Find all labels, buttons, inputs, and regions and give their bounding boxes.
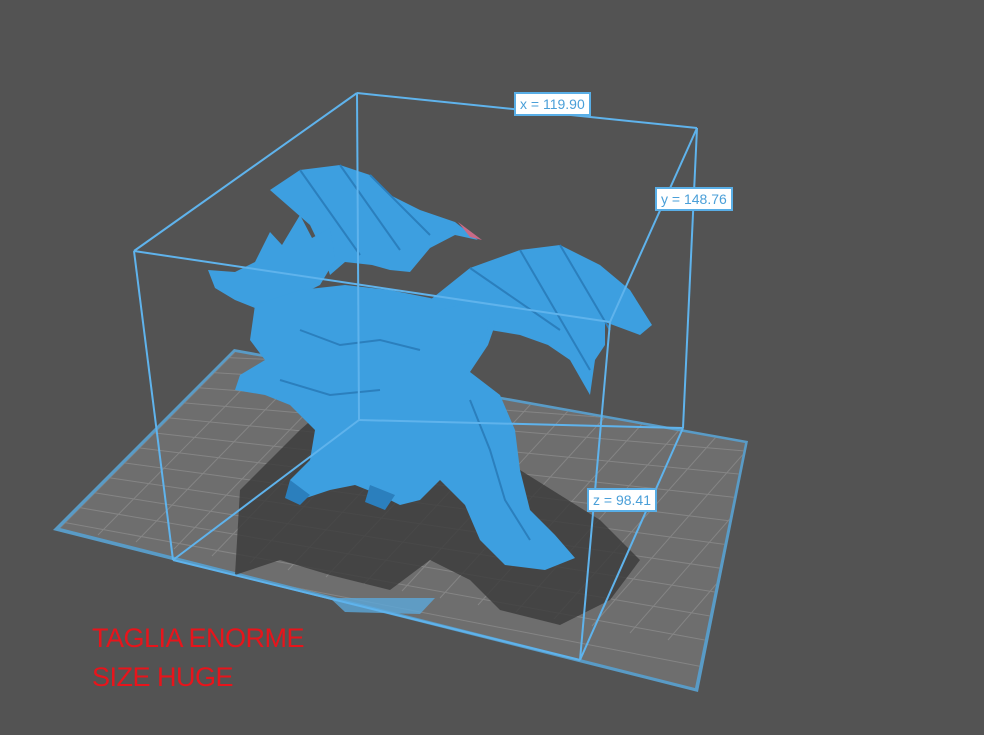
dimension-x-label: x = 119.90 [514,92,591,116]
size-caption-italian: TAGLIA ENORME [92,623,305,653]
3d-viewport[interactable]: x = 119.90 y = 148.76 z = 98.41 TAGLIA E… [0,0,984,735]
size-caption-english: SIZE HUGE [92,662,234,692]
dimension-y-label: y = 148.76 [655,187,733,211]
dimension-z-label: z = 98.41 [587,488,657,512]
